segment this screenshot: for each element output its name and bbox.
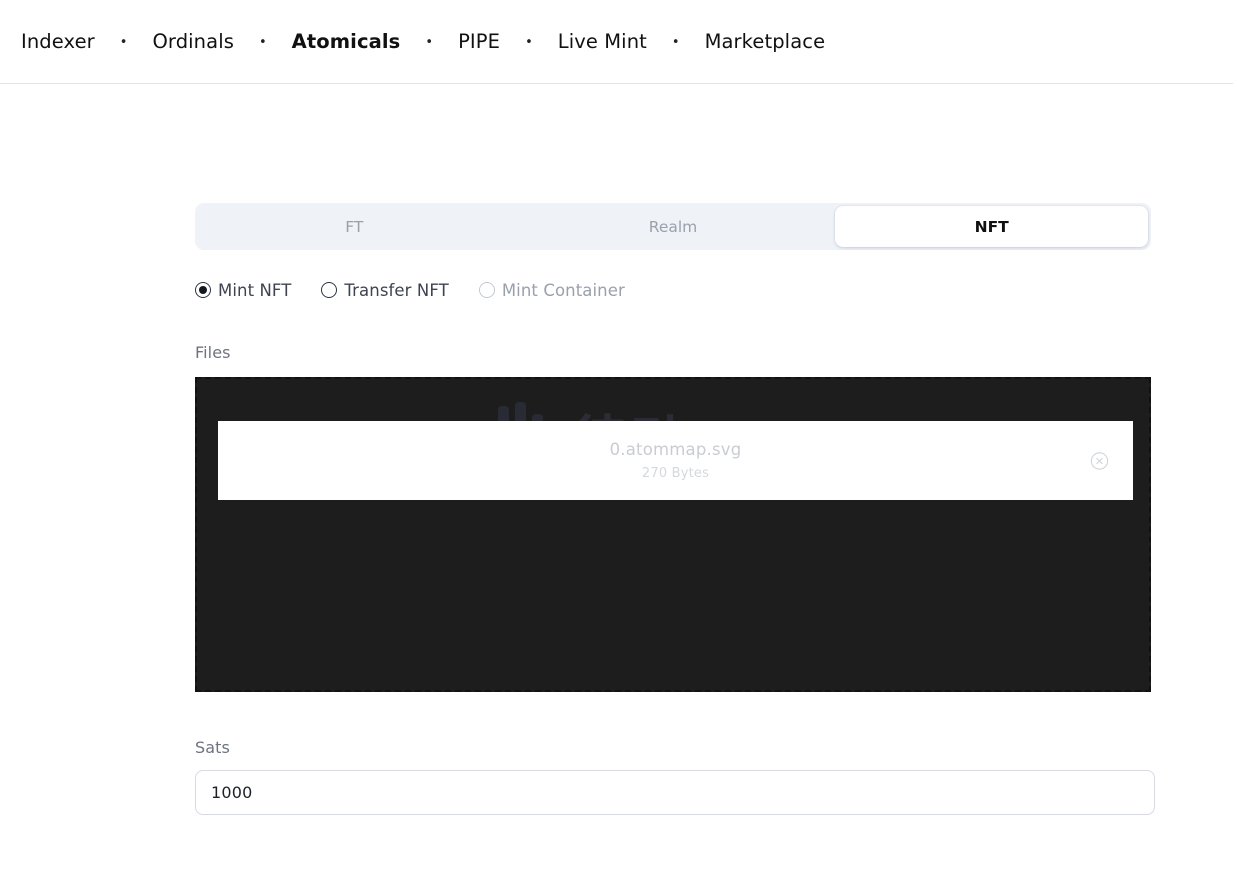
radio-mint-container[interactable]: Mint Container <box>478 280 625 300</box>
radio-label-mint-nft: Mint NFT <box>218 280 292 300</box>
file-dropzone[interactable]: 律动 BlockBeats 0.atommap.svg 270 Bytes <box>195 377 1151 692</box>
top-navigation: Indexer • Ordinals • Atomicals • PIPE • … <box>0 0 1237 84</box>
sats-input[interactable] <box>195 770 1155 815</box>
mint-mode-radio-group: Mint NFT Transfer NFT Mint Container <box>195 278 1151 302</box>
radio-mint-nft[interactable]: Mint NFT <box>195 281 291 300</box>
file-name: 0.atommap.svg <box>609 439 742 459</box>
nav-separator: • <box>671 34 680 50</box>
radio-icon-selected <box>195 282 211 298</box>
asset-type-tabbar: FT Realm NFT <box>195 203 1151 250</box>
file-size: 270 Bytes <box>641 466 710 482</box>
nav-separator: • <box>258 34 267 50</box>
close-circle-icon[interactable] <box>1090 451 1109 470</box>
tab-nft[interactable]: NFT <box>835 206 1149 247</box>
nav-item-ordinals[interactable]: Ordinals <box>141 32 245 52</box>
radio-icon-unselected <box>321 282 338 298</box>
nav-separator: • <box>425 34 434 50</box>
tab-ft[interactable]: FT <box>198 206 511 247</box>
nav-item-pipe[interactable]: PIPE <box>447 32 511 52</box>
nav-item-marketplace[interactable]: Marketplace <box>694 32 837 52</box>
nav-separator: • <box>525 34 533 50</box>
nav-item-indexer[interactable]: Indexer <box>10 32 106 52</box>
radio-label-mint-container: Mint Container <box>501 280 625 300</box>
nav-separator: • <box>119 34 128 50</box>
file-info: 0.atommap.svg 270 Bytes <box>218 440 1133 482</box>
main-content: FT Realm NFT Mint NFT Transfer NFT Mint … <box>195 203 1155 815</box>
files-label: Files <box>195 343 231 362</box>
nav-item-atomicals[interactable]: Atomicals <box>281 32 412 52</box>
radio-icon-unselected <box>478 282 495 298</box>
radio-transfer-nft[interactable]: Transfer NFT <box>321 280 449 300</box>
nav-item-live-mint[interactable]: Live Mint <box>547 32 658 52</box>
radio-label-transfer-nft: Transfer NFT <box>344 280 449 300</box>
sats-label: Sats <box>195 738 230 757</box>
file-item[interactable]: 0.atommap.svg 270 Bytes <box>218 421 1133 500</box>
tab-realm[interactable]: Realm <box>517 206 830 247</box>
